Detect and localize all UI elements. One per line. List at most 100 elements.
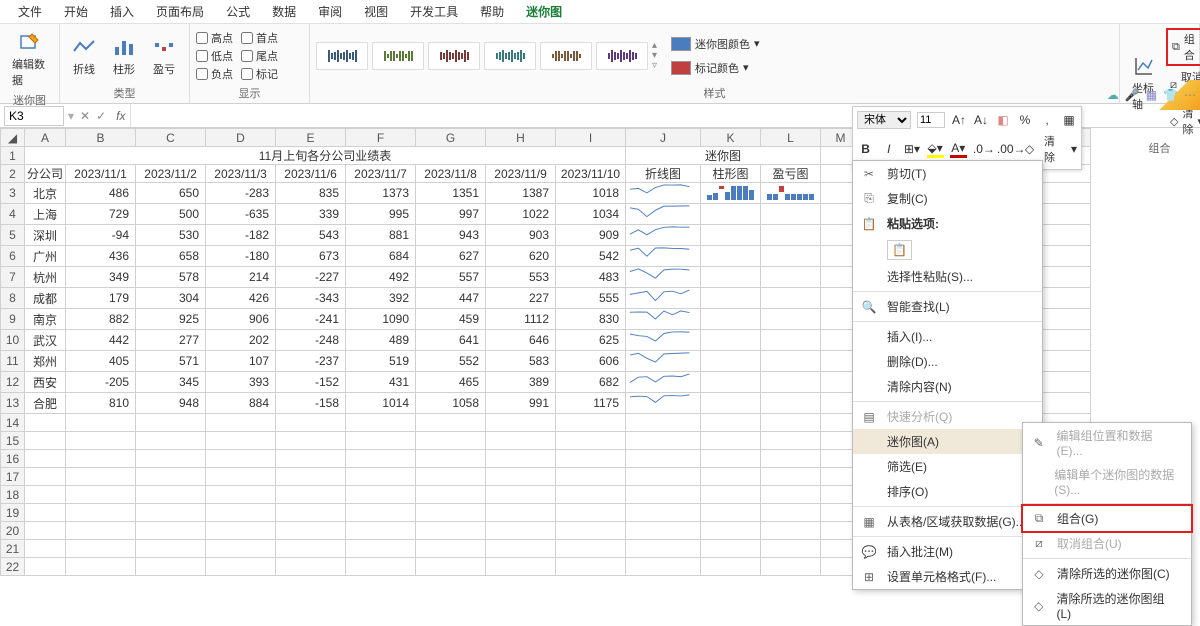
cell[interactable]: 606 [556, 351, 626, 372]
sparkline-winloss[interactable] [761, 246, 821, 267]
cell[interactable]: 277 [136, 330, 206, 351]
grid-icon[interactable]: ▦ [1146, 88, 1157, 102]
sparkline-column[interactable] [701, 330, 761, 351]
cell[interactable] [626, 540, 701, 558]
cell[interactable]: 492 [346, 267, 416, 288]
cell[interactable] [556, 522, 626, 540]
cell[interactable]: 442 [66, 330, 136, 351]
cell[interactable] [66, 486, 136, 504]
row-9[interactable]: 9 [1, 309, 25, 330]
cell[interactable] [206, 432, 276, 450]
cell[interactable]: 431 [346, 372, 416, 393]
cell[interactable]: 分公司 [25, 165, 66, 183]
row-19[interactable]: 19 [1, 504, 25, 522]
cell[interactable] [206, 522, 276, 540]
cell[interactable] [556, 468, 626, 486]
cell[interactable] [486, 468, 556, 486]
sparkline-color-button[interactable]: 迷你图颜色▾ [667, 34, 764, 54]
cell[interactable] [276, 450, 346, 468]
cell[interactable] [556, 558, 626, 576]
check-1[interactable]: 首点 [241, 30, 278, 46]
cell[interactable]: 459 [416, 309, 486, 330]
cell[interactable]: 489 [346, 330, 416, 351]
cell[interactable] [416, 450, 486, 468]
cell[interactable]: 深圳 [25, 225, 66, 246]
cell[interactable]: -248 [276, 330, 346, 351]
menu-8[interactable]: 开发工具 [400, 0, 468, 23]
cell[interactable] [276, 468, 346, 486]
sparkline-winloss[interactable] [761, 288, 821, 309]
cell[interactable]: 405 [66, 351, 136, 372]
cell[interactable] [556, 504, 626, 522]
sparkline-line[interactable] [626, 393, 701, 414]
row-15[interactable]: 15 [1, 432, 25, 450]
cell[interactable]: 500 [136, 204, 206, 225]
cell[interactable]: 1014 [346, 393, 416, 414]
cell[interactable]: 1112 [486, 309, 556, 330]
cell[interactable] [626, 468, 701, 486]
sparkline-winloss[interactable] [761, 351, 821, 372]
cell[interactable]: 557 [416, 267, 486, 288]
col-G[interactable]: G [416, 129, 486, 147]
cell[interactable]: 682 [556, 372, 626, 393]
cell[interactable] [761, 558, 821, 576]
sparkline-column[interactable] [701, 204, 761, 225]
row-16[interactable]: 16 [1, 450, 25, 468]
font-size-input[interactable] [917, 112, 945, 128]
cell[interactable] [416, 486, 486, 504]
sparkline-winloss[interactable] [761, 372, 821, 393]
sparkline-line[interactable] [626, 225, 701, 246]
cell[interactable]: 2023/11/7 [346, 165, 416, 183]
ctx-insert-comment[interactable]: 💬插入批注(M) [853, 539, 1042, 564]
cell[interactable]: 925 [136, 309, 206, 330]
style-preset-4[interactable] [540, 42, 592, 70]
group-button[interactable]: ⧉组合 [1166, 28, 1200, 66]
sub-clear-group[interactable]: ◇清除所选的迷你图组(L) [1023, 586, 1191, 625]
row-13[interactable]: 13 [1, 393, 25, 414]
sparkline-column[interactable] [701, 393, 761, 414]
cell[interactable]: 202 [206, 330, 276, 351]
cell[interactable] [761, 468, 821, 486]
cell[interactable]: 620 [486, 246, 556, 267]
cell[interactable] [276, 414, 346, 432]
cell[interactable] [136, 486, 206, 504]
col-H[interactable]: H [486, 129, 556, 147]
col-D[interactable]: D [206, 129, 276, 147]
row-20[interactable]: 20 [1, 522, 25, 540]
decrease-decimal-icon[interactable]: .0→ [973, 142, 991, 156]
row-22[interactable]: 22 [1, 558, 25, 576]
cell[interactable] [346, 558, 416, 576]
cell[interactable] [626, 486, 701, 504]
cell[interactable] [136, 432, 206, 450]
cell[interactable] [25, 540, 66, 558]
row-4[interactable]: 4 [1, 204, 25, 225]
cell[interactable]: 393 [206, 372, 276, 393]
chevron-down-icon[interactable]: ▾ [1071, 142, 1077, 156]
style-preset-1[interactable] [372, 42, 424, 70]
cell[interactable] [416, 522, 486, 540]
row-5[interactable]: 5 [1, 225, 25, 246]
cell[interactable]: 571 [136, 351, 206, 372]
comma-icon[interactable]: , [1039, 113, 1055, 127]
sparkline-column[interactable] [701, 288, 761, 309]
cell[interactable]: 1175 [556, 393, 626, 414]
ctx-from-range[interactable]: ▦从表格/区域获取数据(G)... [853, 509, 1042, 534]
cell[interactable]: 991 [486, 393, 556, 414]
cell[interactable]: 729 [66, 204, 136, 225]
fx-icon[interactable]: fx [112, 109, 129, 123]
menu-0[interactable]: 文件 [8, 0, 52, 23]
cell[interactable]: 625 [556, 330, 626, 351]
cloud-icon[interactable]: ☁ [1107, 88, 1119, 102]
menu-5[interactable]: 数据 [262, 0, 306, 23]
ctx-clear[interactable]: 清除内容(N) [853, 374, 1042, 399]
cell[interactable] [486, 450, 556, 468]
cell[interactable] [626, 558, 701, 576]
cell[interactable] [486, 540, 556, 558]
cell[interactable] [346, 414, 416, 432]
cell[interactable]: 673 [276, 246, 346, 267]
cell[interactable]: 519 [346, 351, 416, 372]
cell[interactable]: 392 [346, 288, 416, 309]
col-L[interactable]: L [761, 129, 821, 147]
cell[interactable]: 折线图 [626, 165, 701, 183]
cell[interactable] [701, 450, 761, 468]
